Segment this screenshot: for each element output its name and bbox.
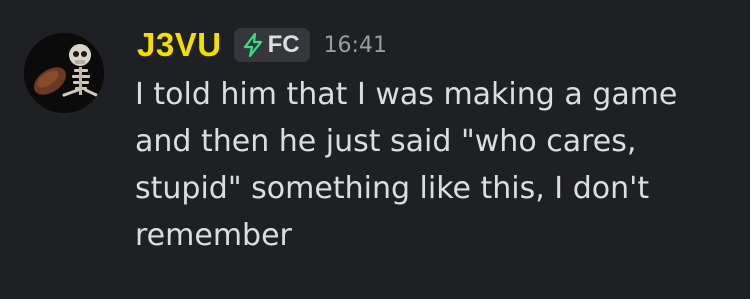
avatar[interactable] <box>24 33 104 113</box>
message-line: remember <box>135 218 292 253</box>
message-header: J3VU FC 16:41 <box>137 23 387 67</box>
clan-tag-text: FC <box>267 31 300 58</box>
message-line: I told him that I was making a game <box>135 77 678 112</box>
skeleton-avatar-image <box>24 33 104 113</box>
lightning-bolt-icon <box>243 33 262 57</box>
message-line: stupid" something like this, I don't <box>135 171 650 206</box>
timestamp: 16:41 <box>323 32 387 58</box>
message-line: and then he just said "who cares, <box>135 124 637 159</box>
message-content: I told him that I was making a game and … <box>135 71 735 259</box>
username[interactable]: J3VU <box>137 26 222 64</box>
chat-message: J3VU FC 16:41 I told him that I was maki… <box>0 0 750 299</box>
clan-tag-badge[interactable]: FC <box>233 28 310 62</box>
